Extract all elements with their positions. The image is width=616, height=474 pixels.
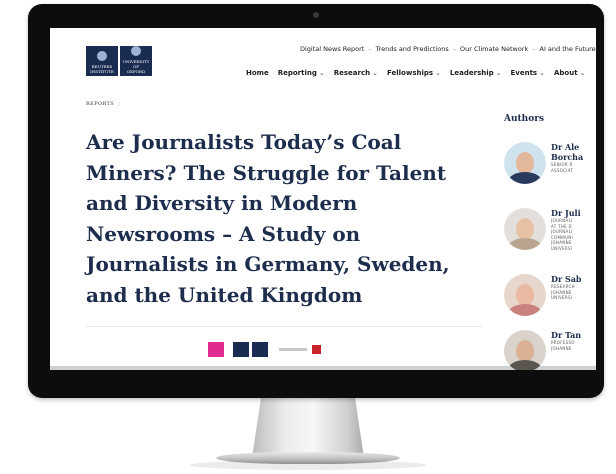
authors-heading: Authors bbox=[504, 114, 545, 124]
partner-logo-red bbox=[312, 345, 321, 354]
site-logo[interactable]: REUTERS INSTITUTE UNIVERSITY OF OXFORD bbox=[86, 46, 152, 76]
author-name: Dr Sab bbox=[551, 274, 582, 284]
author-card[interactable]: Dr Ale Borcha SENIOR R ASSOCIAT bbox=[504, 142, 591, 184]
screen: REUTERS INSTITUTE UNIVERSITY OF OXFORD D… bbox=[50, 28, 596, 370]
main-nav: Home Reporting ⌄ Research ⌄ Fellowships ⌄ L… bbox=[246, 69, 585, 77]
author-avatar bbox=[504, 208, 546, 250]
nav-label: Fellowships bbox=[387, 69, 434, 77]
author-info: Dr Sab RESEARCH JOHANNE UNIVERSI bbox=[551, 274, 591, 316]
toplink-ai-future-news[interactable]: AI and the Future of News bbox=[540, 45, 597, 53]
toplink-climate-network[interactable]: Our Climate Network bbox=[460, 45, 528, 53]
author-card[interactable]: Dr Tan PROFESSO JOHANNE bbox=[504, 330, 591, 370]
nav-about[interactable]: About ⌄ bbox=[554, 69, 585, 77]
author-name: Dr Juli bbox=[551, 208, 581, 218]
nav-leadership[interactable]: Leadership ⌄ bbox=[450, 69, 502, 77]
partner-logo-grey bbox=[279, 348, 307, 351]
partner-logo-reuters bbox=[233, 342, 249, 357]
avatar-face bbox=[516, 284, 534, 306]
author-avatar bbox=[504, 274, 546, 316]
author-role: ASSOCIAT bbox=[551, 167, 574, 173]
chevron-down-icon: ⌄ bbox=[495, 69, 502, 77]
author-card[interactable]: Dr Sab RESEARCH JOHANNE UNIVERSI bbox=[504, 274, 591, 316]
author-avatar bbox=[504, 142, 546, 184]
author-info: Dr Juli JOURNALI AT THE D JOURNALI COMMU… bbox=[551, 208, 591, 251]
partner-logos bbox=[208, 342, 321, 357]
separator: – bbox=[368, 45, 372, 53]
oxford-logo: UNIVERSITY OF OXFORD bbox=[120, 46, 152, 76]
author-name: Dr Tan bbox=[551, 330, 582, 340]
chevron-down-icon: ⌄ bbox=[579, 69, 586, 77]
nav-label: Leadership bbox=[449, 69, 494, 77]
logo-line-2: INSTITUTE bbox=[90, 69, 114, 74]
chevron-down-icon: ⌄ bbox=[539, 69, 545, 77]
oxford-crest-icon bbox=[131, 46, 141, 56]
toplink-digital-news-report[interactable]: Digital News Report bbox=[300, 45, 364, 53]
nav-label: Research bbox=[333, 69, 371, 77]
author-name: Dr Ale bbox=[551, 142, 580, 152]
monitor-bezel: REUTERS INSTITUTE UNIVERSITY OF OXFORD D… bbox=[28, 4, 604, 398]
top-links: Digital News Report – Trends and Predict… bbox=[300, 45, 596, 53]
nav-reporting[interactable]: Reporting ⌄ bbox=[278, 69, 325, 77]
toplink-trends[interactable]: Trends and Predictions bbox=[376, 45, 449, 53]
author-card[interactable]: Dr Juli JOURNALI AT THE D JOURNALI COMMU… bbox=[504, 208, 591, 251]
author-avatar bbox=[504, 330, 546, 370]
avatar-face bbox=[516, 340, 534, 362]
nav-events[interactable]: Events ⌄ bbox=[511, 69, 545, 77]
reuters-institute-logo: REUTERS INSTITUTE bbox=[86, 46, 118, 76]
nav-label: Home bbox=[246, 69, 269, 77]
avatar-body bbox=[508, 360, 542, 370]
avatar-body bbox=[508, 172, 542, 184]
author-role: JOHANNE bbox=[551, 345, 572, 351]
camera-dot bbox=[313, 12, 319, 18]
nav-home[interactable]: Home bbox=[246, 69, 269, 77]
author-role: UNIVERSI bbox=[551, 245, 573, 251]
nav-fellowships[interactable]: Fellowships ⌄ bbox=[387, 69, 441, 77]
partner-logo-oxford bbox=[252, 342, 268, 357]
author-info: Dr Ale Borcha SENIOR R ASSOCIAT bbox=[551, 142, 591, 184]
monitor-base bbox=[216, 452, 400, 464]
chevron-down-icon: ⌄ bbox=[372, 69, 378, 77]
nav-label: Reporting bbox=[277, 69, 317, 77]
avatar-face bbox=[516, 152, 534, 174]
separator: – bbox=[532, 45, 536, 53]
divider bbox=[86, 326, 482, 327]
breadcrumb-divider: | bbox=[118, 101, 121, 107]
nav-label: Events bbox=[510, 69, 538, 77]
separator: – bbox=[452, 45, 457, 53]
logo-line-3: UNIVERSITY OF bbox=[122, 59, 150, 69]
article-title: Are Journalists Today’s Coal Miners? The… bbox=[86, 130, 450, 307]
author-name-2: Borcha bbox=[551, 152, 584, 162]
avatar-body bbox=[508, 238, 542, 250]
monitor-stand bbox=[252, 398, 364, 458]
logo-line-4: OXFORD bbox=[126, 69, 146, 74]
partner-logo-pink bbox=[208, 342, 224, 357]
author-info: Dr Tan PROFESSO JOHANNE bbox=[551, 330, 591, 370]
crest-icon bbox=[97, 51, 107, 61]
chevron-down-icon: ⌄ bbox=[435, 69, 441, 77]
nav-research[interactable]: Research ⌄ bbox=[334, 69, 378, 77]
breadcrumb-reports[interactable]: REPORTS bbox=[86, 101, 114, 107]
nav-label: About bbox=[553, 69, 578, 77]
chevron-down-icon: ⌄ bbox=[318, 69, 325, 77]
author-role: UNIVERSI bbox=[551, 295, 573, 300]
avatar-face bbox=[516, 218, 534, 240]
avatar-body bbox=[508, 304, 542, 316]
breadcrumb: REPORTS | bbox=[86, 101, 120, 107]
